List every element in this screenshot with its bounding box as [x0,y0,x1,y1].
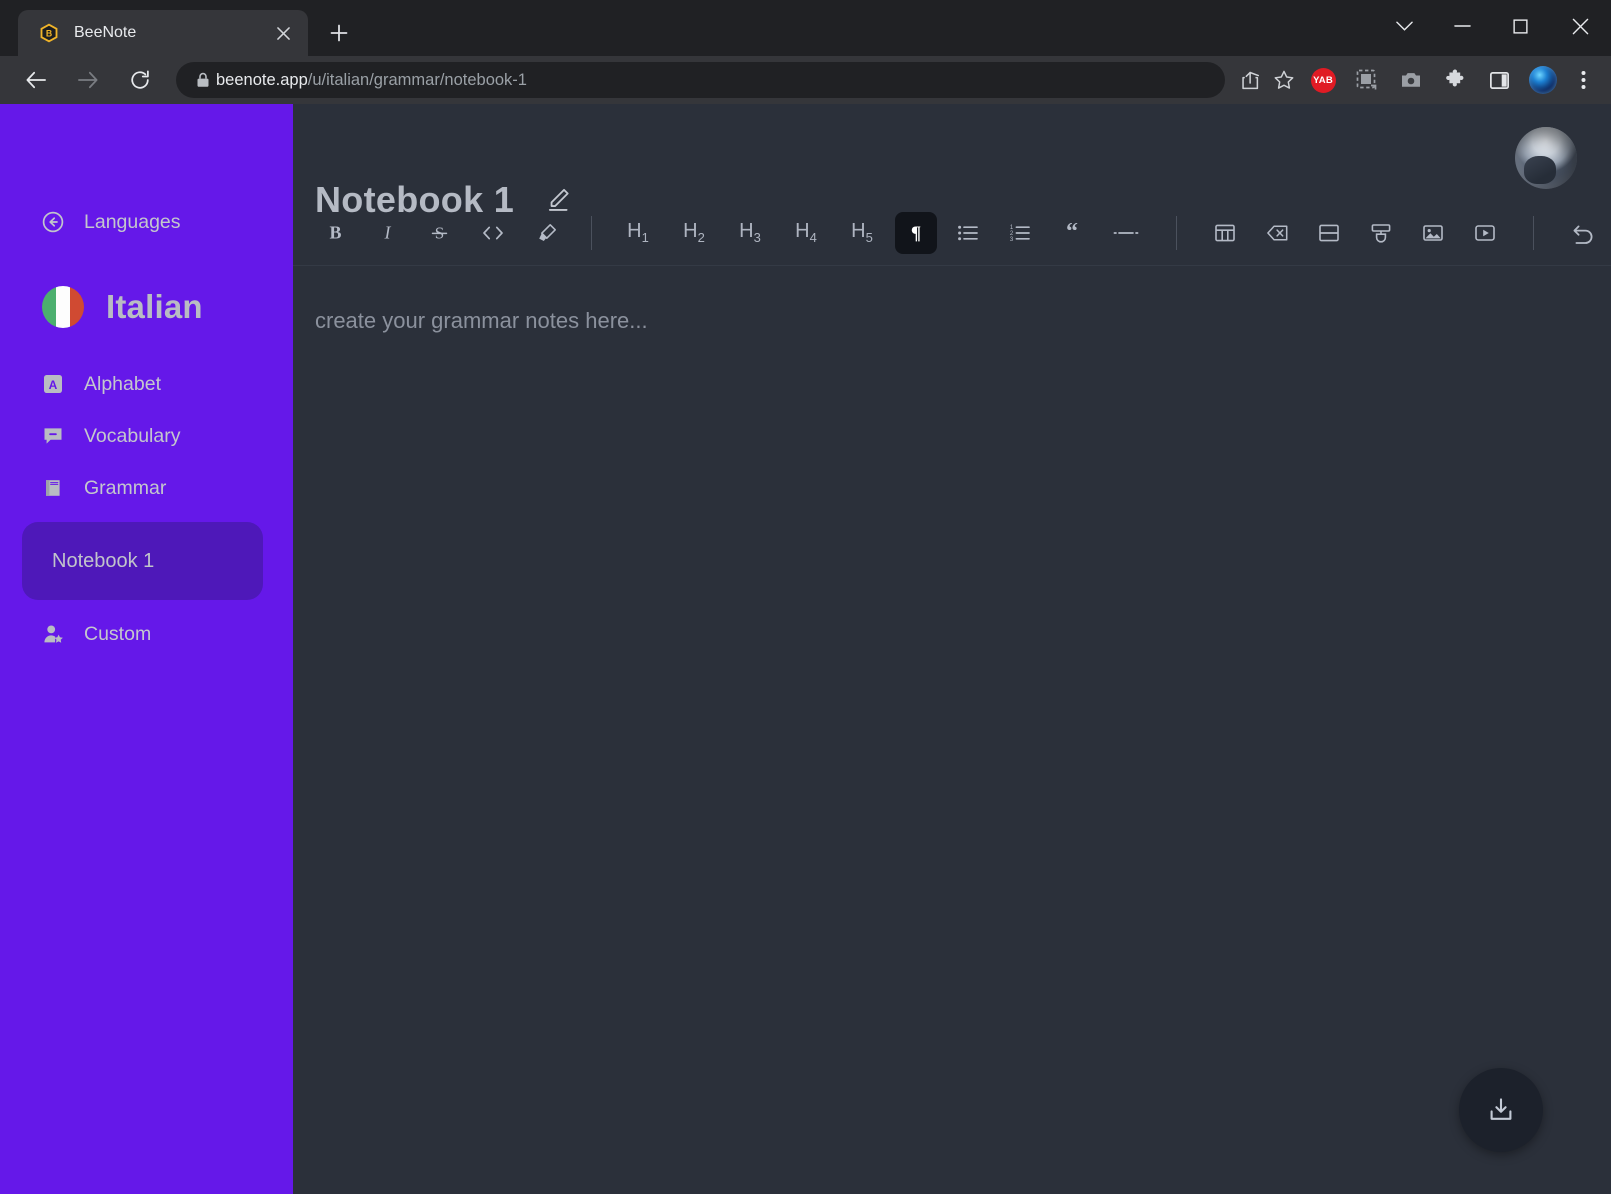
sidebar-item-languages[interactable]: Languages [0,196,293,248]
svg-text:B: B [329,223,341,243]
sidebar-item-label: Alphabet [84,372,161,395]
insert-video-button[interactable] [1464,212,1506,254]
insert-image-button[interactable] [1412,212,1454,254]
toolbar-separator [1176,215,1177,250]
yab-extension-icon[interactable]: YAB [1303,60,1343,100]
language-name: Italian [106,288,203,325]
tab-strip: B BeeNote [0,0,1611,56]
reload-icon[interactable] [119,59,161,101]
h5-icon: H5 [851,220,873,245]
blockquote-button[interactable]: “ [1051,212,1093,254]
download-button[interactable] [1459,1068,1543,1152]
h1-icon: H1 [627,220,649,245]
notes-editor[interactable]: create your grammar notes here... [293,266,1611,966]
paragraph-button[interactable]: ¶ [895,211,937,254]
toolbar-separator [1533,215,1534,250]
code-button[interactable] [470,212,516,254]
lock-icon [190,72,216,88]
url-text: beenote.app/u/italian/grammar/notebook-1 [216,71,527,90]
ordered-list-button[interactable]: 1 2 3 [999,212,1041,254]
arrow-right-icon[interactable] [67,59,109,101]
svg-text:“: “ [1066,223,1078,243]
h4-icon: H4 [795,220,817,245]
pencil-icon[interactable] [544,186,572,214]
sidebar-item-notebook-1[interactable]: Notebook 1 [22,522,263,600]
strikethrough-button[interactable]: S [418,212,460,254]
insert-table-button[interactable] [1204,212,1246,254]
svg-text:¶: ¶ [911,223,921,243]
heading-2-button[interactable]: H2 [671,212,717,254]
browser-profile-avatar [1529,66,1557,94]
yab-badge: YAB [1310,67,1336,93]
sidebar-item-grammar[interactable]: Grammar [0,462,293,514]
cell-options-button[interactable] [1360,212,1402,254]
person-star-icon [40,623,66,646]
dashed-square-icon[interactable] [1347,60,1387,100]
svg-text:A: A [49,378,58,392]
url-path: /u/italian/grammar/notebook-1 [307,70,527,89]
heading-5-button[interactable]: H5 [839,212,885,254]
star-icon[interactable] [1267,63,1301,97]
h2-icon: H2 [683,220,705,245]
sidebar-item-label: Grammar [84,476,167,499]
undo-button[interactable] [1561,212,1607,254]
delete-table-button[interactable] [1256,212,1298,254]
tab-title: BeeNote [74,24,137,41]
h3-icon: H3 [739,220,761,245]
sidebar-item-vocabulary[interactable]: Vocabulary [0,410,293,462]
browser-window: B BeeNote beenote.app/u/italian/grammar/… [0,0,1611,1194]
close-window-button[interactable] [1549,0,1611,52]
minimize-button[interactable] [1433,0,1491,52]
book-icon [40,477,66,499]
profile-avatar-icon[interactable] [1523,60,1563,100]
horizontal-rule-button[interactable] [1103,212,1149,254]
kebab-menu-icon[interactable] [1565,60,1601,100]
toolbar-separator [591,215,592,250]
circle-arrow-left-icon [40,210,66,234]
chat-bubble-icon [40,425,66,447]
puzzle-icon[interactable] [1435,60,1475,100]
maximize-button[interactable] [1491,0,1549,52]
sidebar-item-custom[interactable]: Custom [0,608,293,660]
arrow-left-icon[interactable] [15,59,57,101]
svg-text:B: B [46,29,52,39]
browser-tab[interactable]: B BeeNote [18,10,308,56]
camera-icon[interactable] [1391,60,1431,100]
editor-placeholder: create your grammar notes here... [315,308,648,333]
language-header: Italian [0,278,293,336]
new-tab-button[interactable] [322,16,356,50]
main-content: Notebook 1 B I S H1 H2 H3 H4 H5 ¶ 1 2 3 … [293,104,1611,1194]
download-icon [1486,1095,1516,1125]
tab-search-button[interactable] [1375,0,1433,52]
browser-toolbar: beenote.app/u/italian/grammar/notebook-1… [0,56,1611,104]
bullet-list-button[interactable] [947,212,989,254]
letter-a-square-icon: A [40,373,66,395]
sidebar-item-label: Languages [84,210,181,233]
beenote-hexagon-icon: B [38,22,60,44]
user-avatar[interactable] [1515,127,1577,189]
app-sidebar: Languages Italian A Alphabet Vocabulary … [0,104,293,1194]
url-host: beenote.app [216,70,308,89]
highlighter-button[interactable] [526,212,568,254]
svg-text:3: 3 [1010,237,1014,242]
split-cell-button[interactable] [1308,212,1350,254]
sidebar-notebook-label: Notebook 1 [52,549,155,572]
sidebar-item-label: Vocabulary [84,424,181,447]
panel-icon[interactable] [1479,60,1519,100]
bold-button[interactable]: B [314,212,356,254]
sidebar-item-alphabet[interactable]: A Alphabet [0,358,293,410]
svg-text:I: I [383,223,391,243]
window-controls [1375,0,1611,52]
share-icon[interactable] [1233,63,1267,97]
heading-4-button[interactable]: H4 [783,212,829,254]
address-bar[interactable]: beenote.app/u/italian/grammar/notebook-1 [176,62,1225,98]
sidebar-item-label: Custom [84,622,152,645]
italy-flag-icon [42,286,84,328]
notebook-title-row: Notebook 1 [293,104,1611,220]
heading-1-button[interactable]: H1 [615,212,661,254]
italic-button[interactable]: I [366,212,408,254]
heading-3-button[interactable]: H3 [727,212,773,254]
close-icon[interactable] [270,20,296,46]
app-viewport: Languages Italian A Alphabet Vocabulary … [0,104,1611,1194]
